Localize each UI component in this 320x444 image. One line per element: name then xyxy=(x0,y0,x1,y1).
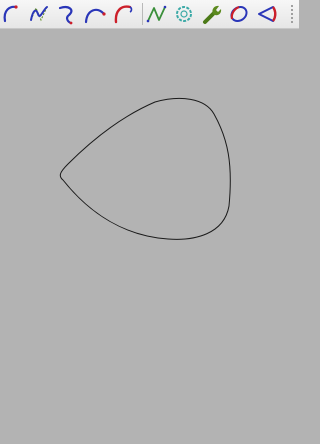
arc-icon[interactable] xyxy=(1,2,25,26)
toolbar-separator xyxy=(142,3,143,25)
closed-spline-curve[interactable] xyxy=(59,97,231,240)
polyline-icon[interactable] xyxy=(145,2,169,26)
sketch-canvas[interactable] xyxy=(0,29,299,444)
ellipse-icon[interactable] xyxy=(227,2,251,26)
closed-profile-icon[interactable] xyxy=(255,2,279,26)
bspline-icon[interactable] xyxy=(27,2,51,26)
partial-circle-icon[interactable] xyxy=(111,2,135,26)
curve-hook-icon[interactable] xyxy=(55,2,79,26)
cog-profile-icon[interactable] xyxy=(172,2,196,26)
wrench-icon[interactable] xyxy=(200,2,224,26)
arc-with-control-point-icon[interactable] xyxy=(83,2,107,26)
toolbar-grip-handle[interactable] xyxy=(290,4,294,24)
sketch-toolbar xyxy=(0,0,299,29)
canvas-drawing xyxy=(59,97,231,240)
